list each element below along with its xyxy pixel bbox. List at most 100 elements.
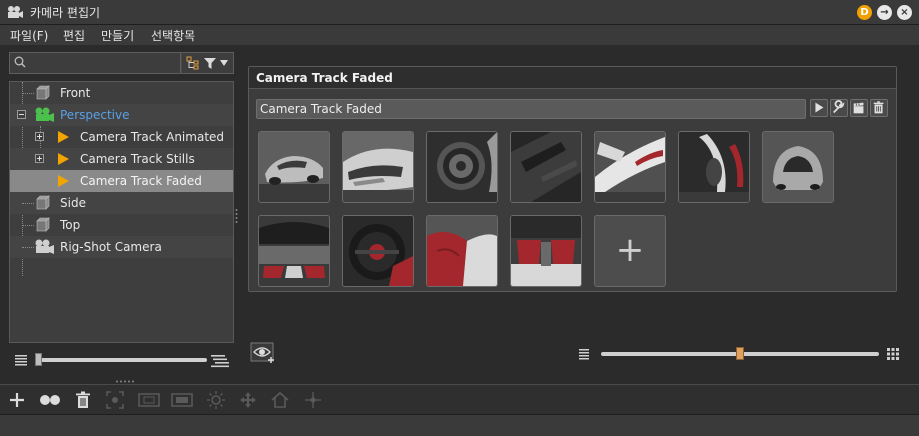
tree-item-label: Top <box>60 218 81 232</box>
viewport-icon <box>138 393 160 407</box>
eye-add-icon[interactable] <box>250 342 276 364</box>
shot-thumbnail[interactable] <box>510 215 582 287</box>
filter-icon[interactable] <box>203 56 217 70</box>
play-triangle-icon <box>58 175 69 187</box>
rig-camera-icon <box>35 239 54 254</box>
search-box <box>9 52 181 74</box>
bottom-toolbar <box>0 384 919 414</box>
home-icon <box>271 391 289 408</box>
tree-item-track-stills[interactable]: Camera Track Stills <box>10 148 233 170</box>
list-small-icon <box>15 355 27 366</box>
camera-cube-icon <box>36 217 50 232</box>
tree-item-label: Camera Track Animated <box>80 130 225 144</box>
hierarchy-icon[interactable] <box>186 56 200 70</box>
frame-select-icon <box>106 391 124 409</box>
shot-thumbnail[interactable] <box>678 131 750 203</box>
thumbnail-zoom-row <box>248 342 908 366</box>
delete-track-button[interactable] <box>870 99 888 117</box>
wrench-button[interactable] <box>830 99 848 117</box>
menu-bar: 파일(F) 편집 만들기 선택항목 <box>0 25 919 45</box>
search-icon <box>14 56 26 68</box>
car-detail-red <box>595 132 665 202</box>
menu-selection[interactable]: 선택항목 <box>151 27 195 44</box>
tree-item-perspective[interactable]: Perspective <box>10 104 233 126</box>
wrench-icon <box>833 100 845 114</box>
tree-item-label: Rig-Shot Camera <box>60 240 162 254</box>
camera-cube-icon <box>36 195 50 210</box>
trash-icon[interactable] <box>73 390 93 410</box>
clapper-button[interactable] <box>850 99 868 117</box>
car-side-closeup <box>511 132 581 202</box>
perspective-camera-icon <box>35 107 54 122</box>
add-shot-button[interactable]: + <box>594 215 666 287</box>
panel-splitter[interactable] <box>235 208 238 224</box>
camera-list-panel: Front Perspective Camera Track Animated <box>9 52 234 376</box>
tree-item-rig-shot[interactable]: Rig-Shot Camera <box>10 236 233 258</box>
collapse-toggle[interactable] <box>17 110 26 119</box>
pivot-icon <box>305 392 321 408</box>
tree-item-label: Side <box>60 196 86 210</box>
shot-thumbnail[interactable] <box>594 131 666 203</box>
car-top-view <box>763 132 833 202</box>
bottom-splitter[interactable] <box>115 372 135 383</box>
search-input[interactable] <box>30 55 178 71</box>
list-large-icon <box>211 355 229 368</box>
move-icon <box>240 392 256 408</box>
left-zoom-slider[interactable] <box>35 358 207 362</box>
play-button[interactable] <box>810 99 828 117</box>
thumbnail-size-knob[interactable] <box>736 347 744 360</box>
menu-create[interactable]: 만들기 <box>101 27 134 44</box>
shot-thumbnail[interactable] <box>258 131 330 203</box>
panel-title: Camera Track Faded <box>256 71 393 85</box>
undock-arrow-button[interactable]: → <box>877 5 892 20</box>
track-name-field[interactable]: Camera Track Faded <box>256 99 806 119</box>
window-title: 카메라 편집기 <box>30 6 101 20</box>
shot-thumbnail[interactable] <box>426 215 498 287</box>
tree-item-track-animated[interactable]: Camera Track Animated <box>10 126 233 148</box>
car-front-view <box>259 132 329 202</box>
tree-item-top[interactable]: Top <box>10 214 233 236</box>
expand-toggle[interactable] <box>35 132 44 141</box>
shot-thumbnail[interactable] <box>426 131 498 203</box>
menu-file[interactable]: 파일(F) <box>10 27 48 44</box>
tree-item-side[interactable]: Side <box>10 192 233 214</box>
camera-app-icon <box>8 6 23 18</box>
record-icon[interactable] <box>38 390 62 410</box>
play-triangle-icon <box>58 131 69 143</box>
car-rear-light <box>679 132 749 202</box>
shot-thumbnail[interactable] <box>762 131 834 203</box>
shot-thumbnail[interactable] <box>342 131 414 203</box>
panel-header: Camera Track Faded <box>249 67 896 89</box>
menu-edit[interactable]: 편집 <box>63 27 85 44</box>
clapper-icon <box>853 102 864 114</box>
left-zoom-row <box>9 351 234 371</box>
grid-icon <box>887 348 899 360</box>
tree-item-label: Camera Track Stills <box>80 152 195 166</box>
expand-toggle[interactable] <box>35 154 44 163</box>
shot-thumbnail[interactable] <box>342 215 414 287</box>
safe-frame-icon <box>171 393 193 407</box>
tree-connector <box>22 225 34 226</box>
steering-wheel <box>343 216 413 286</box>
shot-thumbnail[interactable] <box>510 131 582 203</box>
tree-connector <box>40 181 54 182</box>
chevron-down-icon[interactable] <box>219 59 229 67</box>
trash-icon <box>873 101 884 114</box>
title-bar: 카메라 편집기 D → × <box>0 0 919 25</box>
car-hood-view <box>343 132 413 202</box>
left-zoom-knob[interactable] <box>35 353 42 366</box>
shot-thumbnail[interactable] <box>258 215 330 287</box>
light-icon <box>207 391 225 409</box>
add-icon[interactable] <box>7 390 27 410</box>
tree-connector <box>22 203 34 204</box>
dock-button[interactable]: D <box>857 5 872 20</box>
interior-dashboard <box>259 216 329 286</box>
tree-item-label: Front <box>60 86 91 100</box>
seat-closeup <box>427 216 497 286</box>
tree-item-front[interactable]: Front <box>10 82 233 104</box>
tree-item-track-faded[interactable]: Camera Track Faded <box>10 170 233 192</box>
status-bar <box>0 414 919 436</box>
rear-seats <box>511 216 581 286</box>
close-button[interactable]: × <box>897 5 912 20</box>
tree-connector <box>22 247 34 248</box>
